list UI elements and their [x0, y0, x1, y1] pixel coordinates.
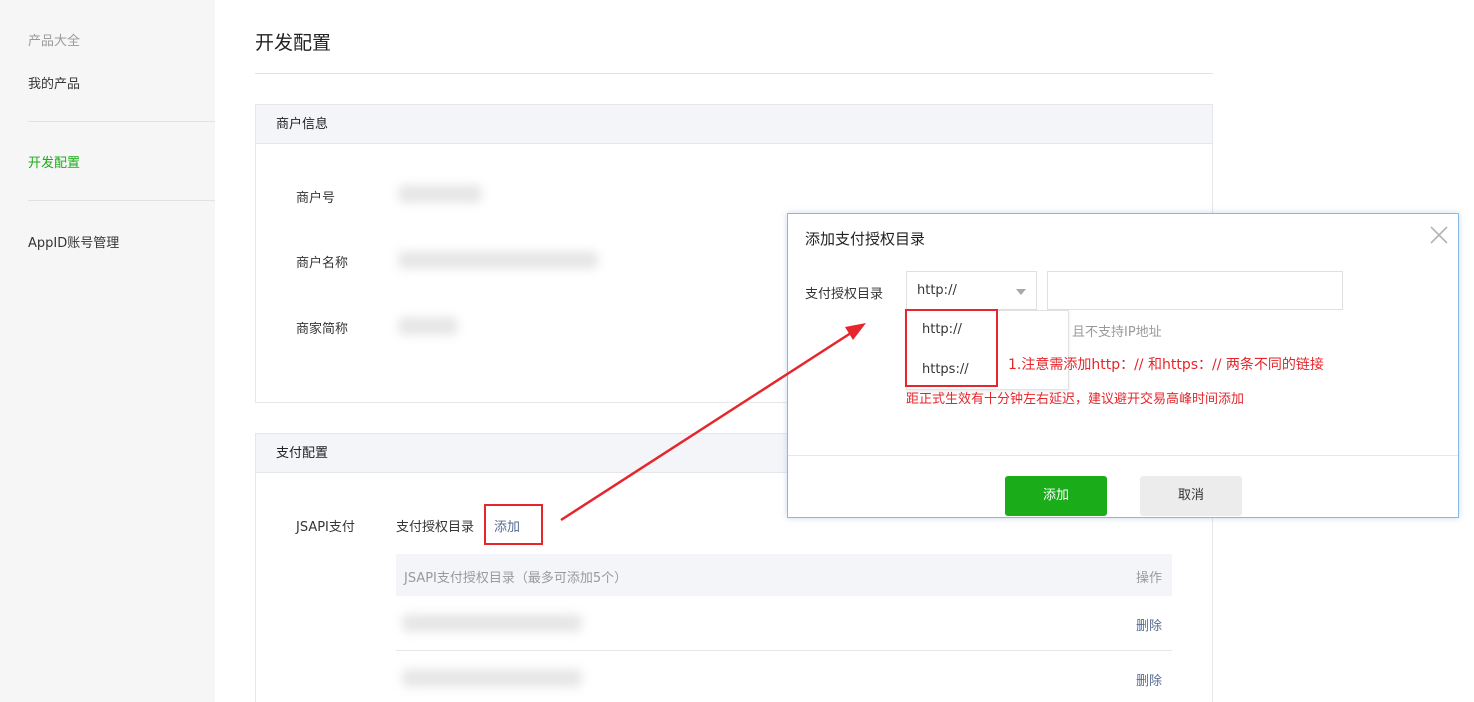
merchant-short-name-value-redacted	[398, 317, 458, 335]
close-icon[interactable]	[1428, 224, 1450, 246]
title-divider	[255, 73, 1213, 74]
sidebar: 产品大全 我的产品 开发配置 AppID账号管理	[0, 0, 215, 702]
sidebar-item-appid-manage[interactable]: AppID账号管理	[28, 232, 119, 251]
auth-dir-table-header: JSAPI支付授权目录（最多可添加5个） 操作	[396, 554, 1172, 596]
auth-dir-url-input[interactable]	[1047, 271, 1343, 310]
dialog-hint-gray: 且不支持IP地址	[1072, 325, 1162, 340]
delete-link[interactable]: 删除	[1136, 670, 1162, 689]
table-row: 删除	[396, 651, 1172, 702]
sidebar-divider	[28, 121, 215, 122]
sidebar-item-dev-config[interactable]: 开发配置	[28, 152, 80, 171]
dialog-hint-red: 距正式生效有十分钟左右延迟，建议避开交易高峰时间添加	[906, 392, 1245, 407]
protocol-selected-value: http://	[917, 283, 957, 298]
annotation-highlight-box	[905, 309, 998, 387]
chevron-down-icon	[1016, 289, 1026, 295]
confirm-add-button[interactable]: 添加	[1005, 476, 1107, 516]
merchant-short-name-label: 商家简称	[296, 322, 349, 337]
auth-dir-value-redacted	[402, 669, 582, 687]
auth-dir-value-redacted	[402, 614, 582, 632]
protocol-select[interactable]: http://	[906, 271, 1037, 310]
table-row: 删除	[396, 596, 1172, 651]
page-title: 开发配置	[255, 32, 332, 54]
merchant-info-header: 商户信息	[256, 105, 1212, 144]
sidebar-item-my-products[interactable]: 我的产品	[28, 73, 80, 92]
merchant-name-value-redacted	[398, 251, 598, 269]
dialog-field-label: 支付授权目录	[805, 287, 884, 302]
jsapi-label: JSAPI支付	[296, 520, 355, 535]
dialog-title: 添加支付授权目录	[805, 230, 926, 248]
sidebar-divider	[28, 200, 215, 201]
add-auth-dir-dialog: 添加支付授权目录 支付授权目录 http:// 且不支持IP地址 距正式生效有十…	[787, 213, 1459, 518]
merchant-id-value-redacted	[398, 185, 482, 203]
cancel-button[interactable]: 取消	[1140, 476, 1242, 516]
auth-dir-label: 支付授权目录	[396, 520, 475, 535]
annotation-note: 1.注意需添加http：// 和https：// 两条不同的链接	[1008, 357, 1324, 373]
sidebar-heading-products-all: 产品大全	[28, 34, 81, 49]
table-header-dir: JSAPI支付授权目录（最多可添加5个）	[404, 571, 628, 586]
merchant-id-label: 商户号	[296, 191, 336, 206]
dialog-footer-divider	[788, 455, 1458, 456]
delete-link[interactable]: 删除	[1136, 615, 1162, 634]
merchant-name-label: 商户名称	[296, 256, 349, 271]
table-header-action: 操作	[1135, 571, 1162, 586]
annotation-highlight-box	[484, 504, 543, 545]
